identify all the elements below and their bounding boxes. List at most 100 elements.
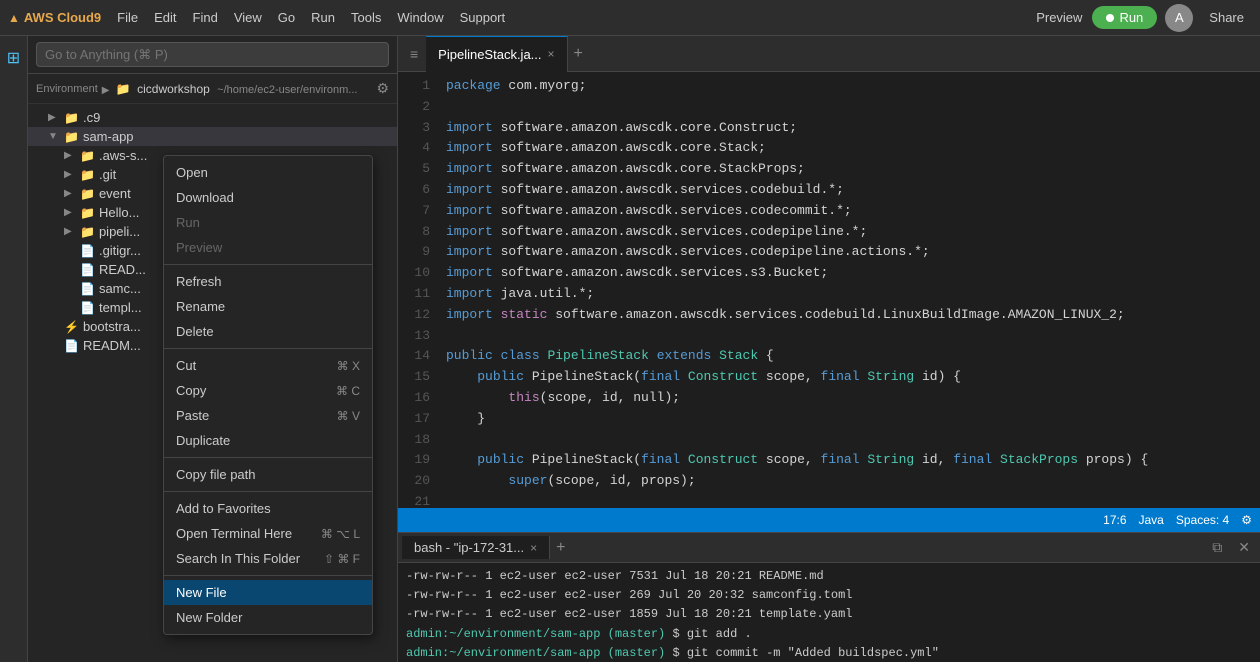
file-bootstrap-icon: ⚡ xyxy=(64,320,79,334)
terminal-tab-bash[interactable]: bash - "ip-172-31... × xyxy=(402,536,550,559)
tab-add-button[interactable]: + xyxy=(568,45,589,63)
terminal-area: bash - "ip-172-31... × + ⧉ ✕ -rw-rw-r-- … xyxy=(398,532,1260,662)
preview-button[interactable]: Preview xyxy=(1026,6,1092,29)
ctx-refresh[interactable]: Refresh xyxy=(164,269,372,294)
terminal-add-button[interactable]: + xyxy=(550,539,571,557)
tree-item-label: bootstra... xyxy=(83,319,141,334)
tab-close-icon[interactable]: × xyxy=(548,47,555,61)
menu-file[interactable]: File xyxy=(109,6,146,29)
tree-path: ~/home/ec2-user/environm... xyxy=(217,84,357,96)
code-content[interactable]: package com.myorg; import software.amazo… xyxy=(438,76,1260,504)
avatar-label: A xyxy=(1175,10,1184,25)
file-template-icon: 📄 xyxy=(80,301,95,315)
terminal-tab-close-icon[interactable]: × xyxy=(530,541,537,555)
search-input[interactable] xyxy=(36,42,389,67)
folder-sam-icon: 📁 xyxy=(64,130,79,144)
menu-view[interactable]: View xyxy=(226,6,270,29)
tree-item-label: READM... xyxy=(83,338,141,353)
search-bar xyxy=(28,36,397,74)
ctx-sep4 xyxy=(164,491,372,492)
chevron-right-icon: ▶ xyxy=(48,112,60,123)
ctx-search-in-folder[interactable]: Search In This Folder ⇧ ⌘ F xyxy=(164,546,372,571)
settings-gear-icon[interactable]: ⚙ xyxy=(1241,513,1252,527)
menu-go[interactable]: Go xyxy=(270,6,303,29)
avatar[interactable]: A xyxy=(1165,4,1193,32)
terminal-content[interactable]: -rw-rw-r-- 1 ec2-user ec2-user 7531 Jul … xyxy=(398,563,1260,662)
ctx-cut[interactable]: Cut ⌘ X xyxy=(164,353,372,378)
tree-item-label: samc... xyxy=(99,281,141,296)
tree-item-sam-app[interactable]: ▼ 📁 sam-app xyxy=(28,127,397,146)
menubar: ▲ AWS Cloud9 File Edit Find View Go Run … xyxy=(0,0,1260,36)
aws-triangle-icon: ▲ xyxy=(8,11,20,25)
ctx-download[interactable]: Download xyxy=(164,185,372,210)
menu-tools[interactable]: Tools xyxy=(343,6,389,29)
tree-item-c9[interactable]: ▶ 📁 .c9 xyxy=(28,108,397,127)
menu-edit[interactable]: Edit xyxy=(146,6,184,29)
tree-item-label: Hello... xyxy=(99,205,139,220)
context-menu: Open Download Run Preview Refresh Rename… xyxy=(163,155,373,635)
menu-support[interactable]: Support xyxy=(452,6,514,29)
menu-find[interactable]: Find xyxy=(185,6,226,29)
terminal-line: -rw-rw-r-- 1 ec2-user ec2-user 269 Jul 2… xyxy=(406,586,1252,605)
editor-area: ≡ PipelineStack.ja... × + 12345 678910 1… xyxy=(398,36,1260,662)
ctx-rename[interactable]: Rename xyxy=(164,294,372,319)
terminal-tab-label: bash - "ip-172-31... xyxy=(414,540,524,555)
ctx-preview: Preview xyxy=(164,235,372,260)
ctx-open[interactable]: Open xyxy=(164,160,372,185)
language-label: Java xyxy=(1139,513,1164,527)
ctx-add-to-favorites[interactable]: Add to Favorites xyxy=(164,496,372,521)
cursor-position: 17:6 xyxy=(1103,513,1126,527)
sidebar-icon-strip: ⊞ xyxy=(0,36,28,662)
ctx-delete[interactable]: Delete xyxy=(164,319,372,344)
run-button[interactable]: Run xyxy=(1092,6,1157,29)
folder-hello-icon: 📁 xyxy=(80,206,95,220)
tree-root-label: ▶ 📁 cicdworkshop ~/home/ec2-user/environ… xyxy=(102,82,373,96)
ctx-open-terminal[interactable]: Open Terminal Here ⌘ ⌥ L xyxy=(164,521,372,546)
tree-item-label: READ... xyxy=(99,262,146,277)
menu-window[interactable]: Window xyxy=(389,6,451,29)
file-samconfig-icon: 📄 xyxy=(80,282,95,296)
root-folder-icon: 📁 xyxy=(116,82,131,96)
chevron-right-icon: ▶ xyxy=(64,207,76,218)
file-readme-icon: 📄 xyxy=(80,263,95,277)
ctx-copy[interactable]: Copy ⌘ C xyxy=(164,378,372,403)
ctx-run: Run xyxy=(164,210,372,235)
file-readmemain-icon: 📄 xyxy=(64,339,79,353)
ctx-duplicate[interactable]: Duplicate xyxy=(164,428,372,453)
tree-header: Environment ▶ 📁 cicdworkshop ~/home/ec2-… xyxy=(28,74,397,104)
settings-icon[interactable]: ⚙ xyxy=(376,80,389,97)
menu-run[interactable]: Run xyxy=(303,6,343,29)
share-button[interactable]: Share xyxy=(1201,6,1252,29)
terminal-close-icon[interactable]: ✕ xyxy=(1232,537,1256,558)
folder-pipeli-icon: 📁 xyxy=(80,225,95,239)
spaces-label: Spaces: 4 xyxy=(1176,513,1229,527)
ctx-new-folder[interactable]: New Folder xyxy=(164,605,372,630)
chevron-right-icon: ▶ xyxy=(64,226,76,237)
ctx-copy-file-path[interactable]: Copy file path xyxy=(164,462,372,487)
environment-icon[interactable]: ⊞ xyxy=(3,44,24,72)
terminal-line: -rw-rw-r-- 1 ec2-user ec2-user 1859 Jul … xyxy=(406,605,1252,624)
chevron-right-icon: ▶ xyxy=(64,169,76,180)
editor-tab-pipelinestack[interactable]: PipelineStack.ja... × xyxy=(426,36,567,72)
code-editor[interactable]: 12345 678910 1112131415 1617181920 21222… xyxy=(398,72,1260,508)
folder-c9-icon: 📁 xyxy=(64,111,79,125)
terminal-line: admin:~/environment/sam-app (master) $ g… xyxy=(406,625,1252,644)
ctx-new-file[interactable]: New File xyxy=(164,580,372,605)
ctx-sep1 xyxy=(164,264,372,265)
tree-item-label: .c9 xyxy=(83,110,100,125)
folder-aws-icon: 📁 xyxy=(80,149,95,163)
terminal-tabs: bash - "ip-172-31... × + ⧉ ✕ xyxy=(398,533,1260,563)
ctx-paste[interactable]: Paste ⌘ V xyxy=(164,403,372,428)
run-label: Run xyxy=(1119,10,1143,25)
env-label: Environment xyxy=(36,83,98,95)
chevron-down-icon: ▶ xyxy=(102,85,110,96)
tree-item-label: .aws-s... xyxy=(99,148,147,163)
app-title: AWS Cloud9 xyxy=(24,10,101,25)
terminal-line: admin:~/environment/sam-app (master) $ g… xyxy=(406,644,1252,662)
tab-list-button[interactable]: ≡ xyxy=(402,42,426,66)
run-dot-icon xyxy=(1106,14,1114,22)
terminal-restore-icon[interactable]: ⧉ xyxy=(1206,537,1228,558)
ctx-sep5 xyxy=(164,575,372,576)
status-bar: 17:6 Java Spaces: 4 ⚙ xyxy=(398,508,1260,532)
root-name: cicdworkshop xyxy=(137,82,210,96)
